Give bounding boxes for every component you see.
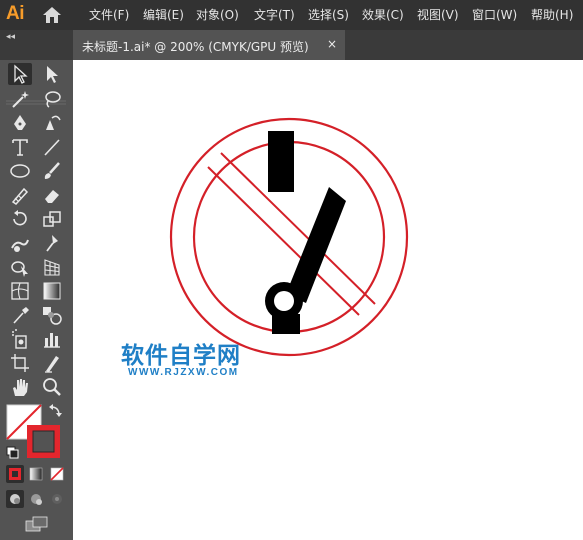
direct-selection-tool-icon[interactable] <box>40 63 64 85</box>
menu-help[interactable]: 帮助(H) <box>531 7 573 23</box>
home-icon[interactable] <box>42 6 62 24</box>
menu-view[interactable]: 视图(V) <box>417 7 459 23</box>
scale-tool-icon[interactable] <box>40 208 64 230</box>
no-signal-artwork[interactable] <box>73 60 583 540</box>
upper-black-bar <box>268 131 294 192</box>
column-graph-tool-icon[interactable] <box>40 328 64 350</box>
shape-builder-tool-icon[interactable] <box>8 256 32 278</box>
tools-panel <box>0 60 72 540</box>
collapse-toolbar-icon[interactable]: ◂◂ <box>6 32 15 42</box>
color-mode-icon[interactable] <box>6 465 24 483</box>
eraser-tool-icon[interactable] <box>40 184 64 206</box>
warp-tool-icon[interactable] <box>8 232 32 254</box>
perspective-grid-tool-icon[interactable] <box>40 256 64 278</box>
watermark-title: 软件自学网 <box>121 343 241 369</box>
artboard-canvas[interactable]: 软件自学网 WWW.RJZXW.COM <box>73 60 583 540</box>
type-tool-icon[interactable] <box>8 136 32 158</box>
menu-window[interactable]: 窗口(W) <box>472 7 517 23</box>
paintbrush-tool-icon[interactable] <box>40 160 64 182</box>
lever-knob-hole <box>274 291 294 311</box>
stroke-swatch[interactable] <box>27 425 60 458</box>
pen-tool-icon[interactable] <box>8 112 32 134</box>
slice-tool-icon[interactable] <box>40 352 64 374</box>
menu-edit[interactable]: 编辑(E) <box>143 7 184 23</box>
menu-object[interactable]: 对象(O) <box>196 7 239 23</box>
eyedropper-tool-icon[interactable] <box>8 304 32 326</box>
document-tab-title: 未标题-1.ai* @ 200% (CMYK/GPU 预览) <box>82 40 309 54</box>
blend-tool-icon[interactable] <box>40 304 64 326</box>
gradient-tool-icon[interactable] <box>40 280 64 302</box>
swap-fill-stroke-icon[interactable] <box>49 404 62 417</box>
document-tab[interactable]: 未标题-1.ai* @ 200% (CMYK/GPU 预览) × <box>73 30 345 60</box>
none-mode-icon[interactable] <box>48 465 66 483</box>
default-fill-stroke-icon[interactable] <box>6 446 19 459</box>
artboard-tool-icon[interactable] <box>8 352 32 374</box>
curvature-tool-icon[interactable] <box>40 112 64 134</box>
screen-mode-icon[interactable] <box>24 515 50 533</box>
menu-file[interactable]: 文件(F) <box>89 7 129 23</box>
shaper-tool-icon[interactable] <box>8 184 32 206</box>
app-logo: Ai <box>6 3 25 24</box>
zoom-tool-icon[interactable] <box>40 376 64 398</box>
hand-tool-icon[interactable] <box>8 376 32 398</box>
fill-stroke-swatches <box>6 404 62 459</box>
menu-bar: Ai 文件(F) 编辑(E) 对象(O) 文字(T) 选择(S) 效果(C) 视… <box>0 0 583 30</box>
puppet-warp-tool-icon[interactable] <box>40 232 64 254</box>
line-segment-tool-icon[interactable] <box>40 136 64 158</box>
ellipse-tool-icon[interactable] <box>8 160 32 182</box>
menu-effect[interactable]: 效果(C) <box>362 7 404 23</box>
selection-tool-icon[interactable] <box>8 63 32 85</box>
draw-inside-icon[interactable] <box>48 490 66 508</box>
gradient-mode-icon[interactable] <box>27 465 45 483</box>
symbol-sprayer-tool-icon[interactable] <box>8 328 32 350</box>
lasso-tool-icon[interactable] <box>40 88 64 110</box>
menu-select[interactable]: 选择(S) <box>308 7 349 23</box>
draw-behind-icon[interactable] <box>27 490 45 508</box>
mesh-tool-icon[interactable] <box>8 280 32 302</box>
close-tab-icon[interactable]: × <box>327 37 337 51</box>
watermark-url: WWW.RJZXW.COM <box>128 367 239 378</box>
draw-normal-icon[interactable] <box>6 490 24 508</box>
rotate-tool-icon[interactable] <box>8 208 32 230</box>
magic-wand-tool-icon[interactable] <box>8 88 32 110</box>
menu-type[interactable]: 文字(T) <box>254 7 295 23</box>
lever-base <box>272 314 300 334</box>
